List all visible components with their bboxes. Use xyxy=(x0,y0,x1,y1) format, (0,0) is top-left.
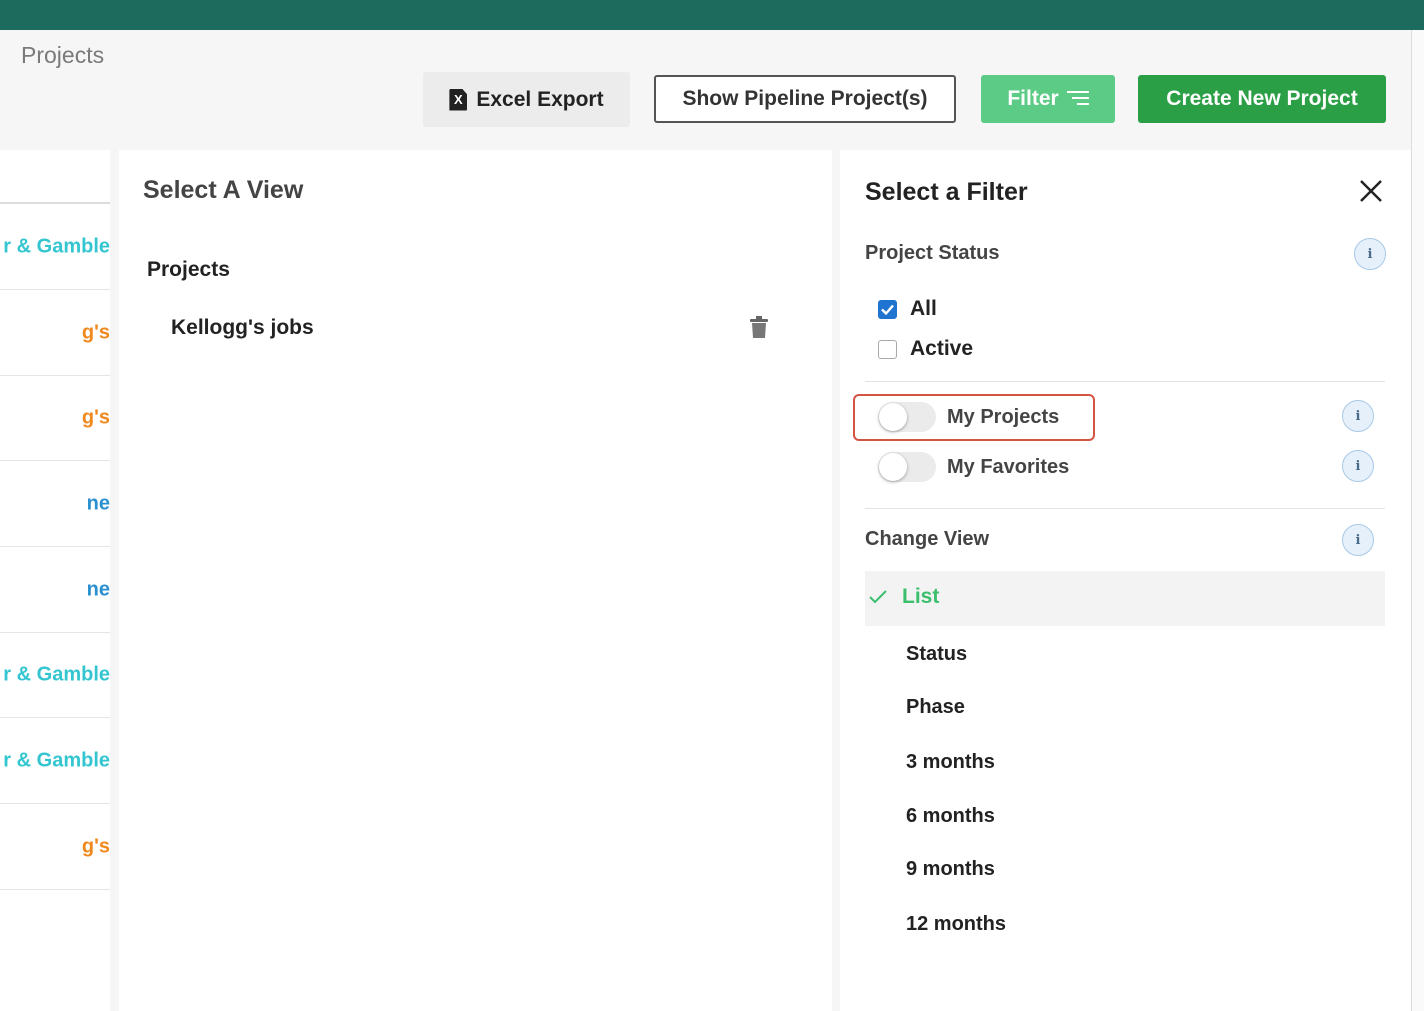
excel-export-label: Excel Export xyxy=(476,87,604,111)
list-item-client: ne xyxy=(86,492,110,514)
view-option-list[interactable]: List xyxy=(865,571,1385,626)
project-status-label: Project Status xyxy=(865,242,1000,264)
my-favorites-toggle-row[interactable]: My Favorites xyxy=(878,452,1069,482)
list-item-client: r & Gamble xyxy=(3,663,110,685)
window-edge-scrollbar[interactable] xyxy=(1411,30,1424,1011)
excel-file-icon: X xyxy=(449,88,468,111)
view-option-9-months[interactable]: 9 months xyxy=(906,858,995,881)
list-item[interactable]: r & Gamble xyxy=(0,204,110,290)
info-icon[interactable]: i xyxy=(1342,524,1374,556)
list-item-client: g's xyxy=(81,835,110,857)
trash-icon[interactable] xyxy=(750,316,768,338)
checkbox-active-label: Active xyxy=(910,337,974,360)
change-view-label: Change View xyxy=(865,528,990,550)
create-new-project-label: Create New Project xyxy=(1166,87,1358,110)
info-icon[interactable]: i xyxy=(1342,450,1374,482)
excel-export-button[interactable]: X Excel Export xyxy=(423,72,630,127)
saved-view-item[interactable]: Kellogg's jobs xyxy=(171,316,314,340)
my-projects-toggle-row[interactable]: My Projects xyxy=(878,402,1059,432)
list-item-client: g's xyxy=(81,406,110,428)
view-option-6-months[interactable]: 6 months xyxy=(906,805,995,828)
create-new-project-button[interactable]: Create New Project xyxy=(1138,75,1386,123)
list-item[interactable]: r & Gamble xyxy=(0,632,110,718)
check-icon xyxy=(869,590,887,604)
checkbox-active[interactable] xyxy=(878,339,897,359)
view-option-list-label: List xyxy=(902,585,940,608)
checkbox-all[interactable] xyxy=(878,299,897,319)
divider xyxy=(865,508,1385,509)
view-option-12-months[interactable]: 12 months xyxy=(906,913,1006,936)
project-list: r & Gamble g's g's ne ne r & Gamble r & … xyxy=(0,150,110,1011)
info-icon[interactable]: i xyxy=(1354,238,1386,270)
filter-label: Filter xyxy=(1007,87,1059,110)
checkbox-all-label: All xyxy=(910,297,937,320)
my-favorites-label: My Favorites xyxy=(947,455,1070,478)
top-app-bar xyxy=(0,0,1424,30)
list-item-client: ne xyxy=(86,578,110,600)
my-projects-toggle[interactable] xyxy=(878,402,936,432)
info-icon[interactable]: i xyxy=(1342,400,1374,432)
status-all-option[interactable]: All xyxy=(878,297,937,321)
list-item-client: r & Gamble xyxy=(3,749,110,771)
select-view-title: Select A View xyxy=(143,176,304,204)
select-view-panel: Select A View Projects Kellogg's jobs xyxy=(119,150,832,1011)
list-item-client: g's xyxy=(81,321,110,343)
list-item[interactable]: g's xyxy=(0,804,110,890)
show-pipeline-projects-button[interactable]: Show Pipeline Project(s) xyxy=(654,75,956,123)
list-item-client: r & Gamble xyxy=(3,235,110,257)
view-option-3-months[interactable]: 3 months xyxy=(906,751,995,774)
view-option-phase[interactable]: Phase xyxy=(906,696,965,719)
list-item[interactable]: g's xyxy=(0,375,110,461)
filter-panel: Select a Filter Project Status i All Act… xyxy=(840,150,1411,1011)
my-favorites-toggle[interactable] xyxy=(878,452,936,482)
divider xyxy=(865,381,1385,382)
filter-lines-icon xyxy=(1066,91,1089,105)
list-item[interactable]: ne xyxy=(0,461,110,547)
my-projects-label: My Projects xyxy=(947,405,1060,428)
show-pipeline-label: Show Pipeline Project(s) xyxy=(682,87,928,110)
filter-button[interactable]: Filter xyxy=(981,75,1115,123)
filter-panel-title: Select a Filter xyxy=(865,178,1028,206)
list-item[interactable]: g's xyxy=(0,290,110,376)
close-icon[interactable] xyxy=(1358,178,1384,204)
view-section-heading: Projects xyxy=(147,258,230,281)
list-item[interactable]: r & Gamble xyxy=(0,718,110,804)
status-active-option[interactable]: Active xyxy=(878,337,973,361)
list-item[interactable]: ne xyxy=(0,547,110,633)
toggle-knob xyxy=(879,403,907,431)
toggle-knob xyxy=(879,453,907,481)
view-option-status[interactable]: Status xyxy=(906,643,967,666)
page-title: Projects xyxy=(21,42,105,68)
checkmark-icon xyxy=(881,304,894,315)
